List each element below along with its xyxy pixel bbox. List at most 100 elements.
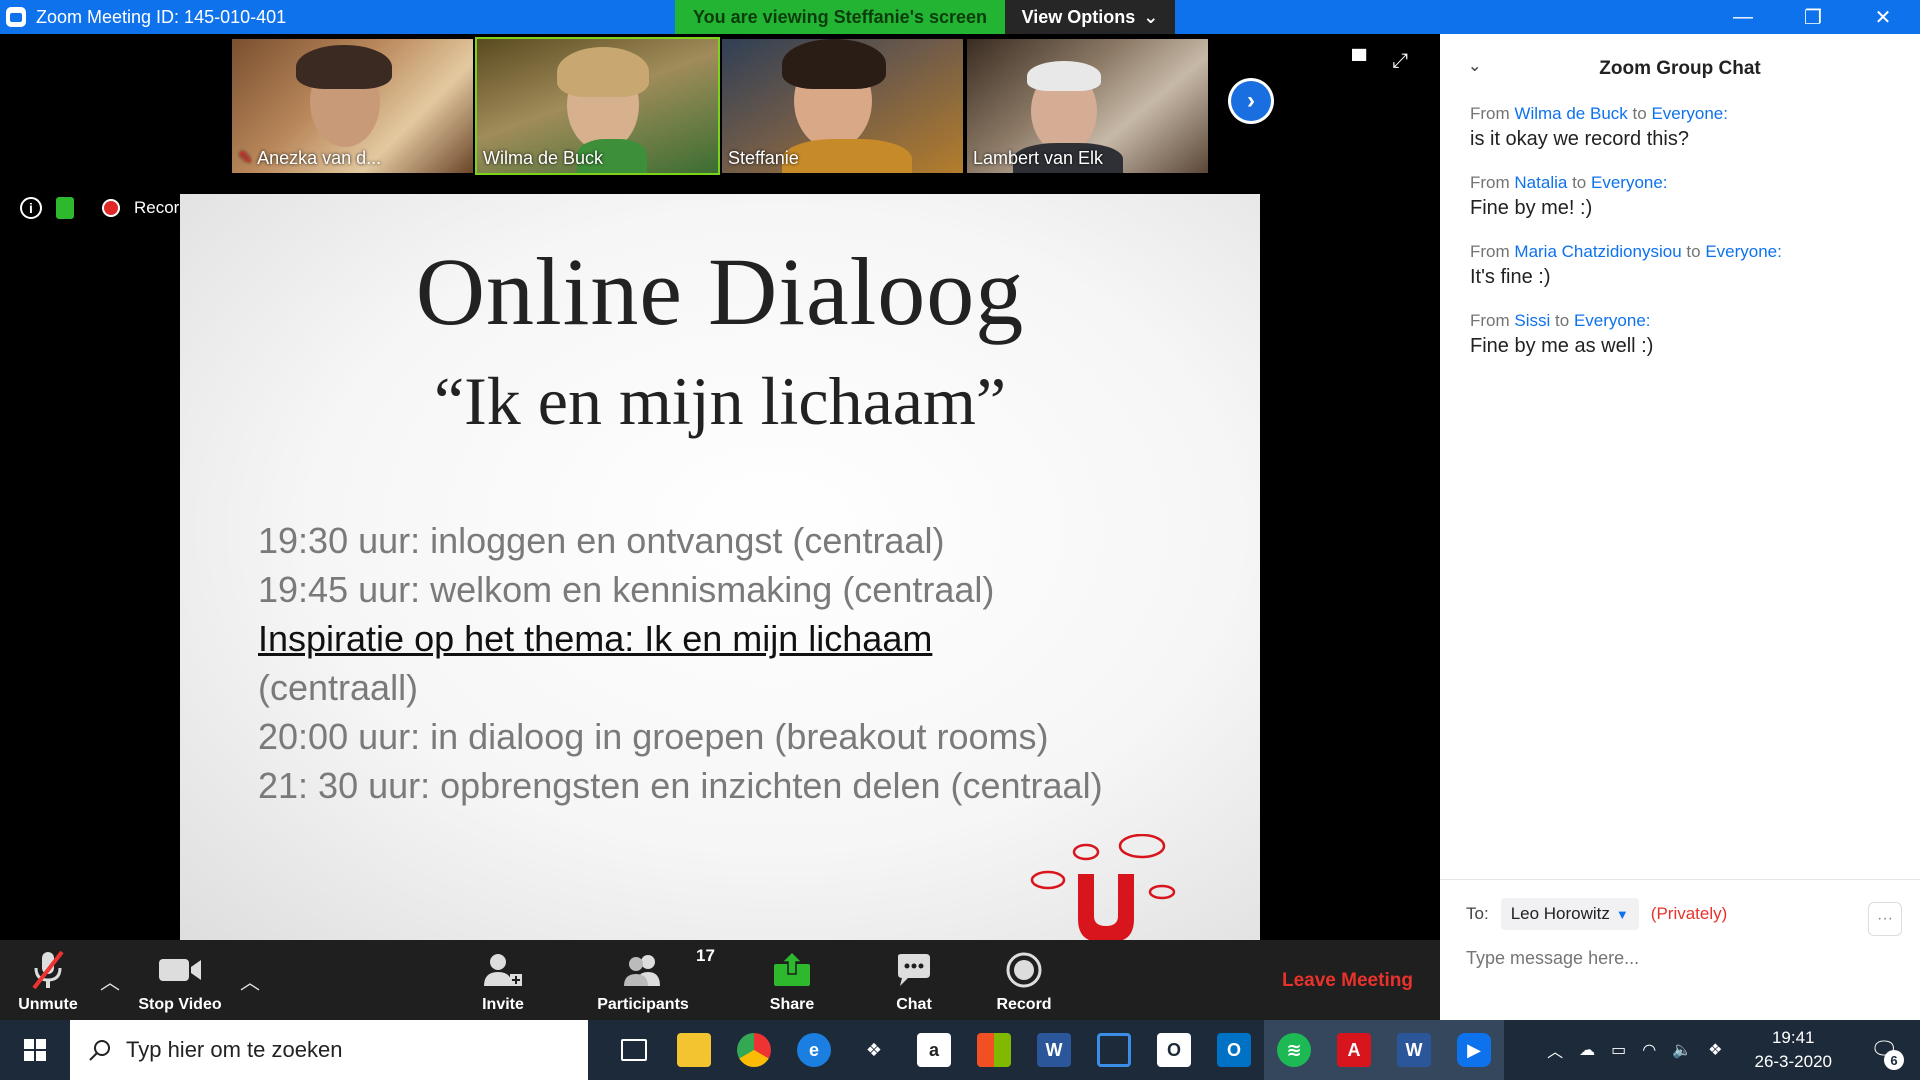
video-camera-icon — [157, 948, 203, 992]
recipient-name[interactable]: Everyone: — [1705, 242, 1782, 261]
view-options-button[interactable]: View Options ⌄ — [1005, 0, 1175, 34]
screen: Zoom Meeting ID: 145-010-401 You are vie… — [0, 0, 1920, 1080]
to-word: to — [1632, 104, 1647, 123]
window-icon[interactable] — [1084, 1020, 1144, 1080]
message-text: Fine by me as well :) — [1470, 335, 1654, 357]
search-icon — [89, 1040, 110, 1061]
from-label: From — [1470, 104, 1510, 123]
chevron-right-icon: › — [1231, 81, 1271, 121]
from-label: From — [1470, 173, 1510, 192]
info-icon[interactable]: i — [20, 197, 42, 219]
chat-label: Chat — [896, 996, 932, 1013]
sender-name[interactable]: Maria Chatzidionysiou — [1514, 242, 1681, 261]
slide-title: Online Dialoog — [415, 238, 1025, 345]
spotify-icon[interactable]: ≋ — [1264, 1020, 1324, 1080]
participant-thumbnail[interactable]: Lambert van Elk — [965, 37, 1210, 175]
windows-start-button[interactable] — [0, 1020, 70, 1080]
participant-thumbnail-active[interactable]: Wilma de Buck — [475, 37, 720, 175]
slide-agenda: 19:30 uur: inloggen en ontvangst (centra… — [258, 516, 1103, 810]
leave-meeting-button[interactable]: Leave Meeting — [1282, 970, 1413, 992]
chat-message-input[interactable] — [1466, 948, 1886, 969]
sender-name[interactable]: Sissi — [1514, 311, 1550, 330]
amazon-icon[interactable]: a — [904, 1020, 964, 1080]
recipient-row: To: Leo Horowitz ▼ (Privately) — [1466, 898, 1727, 930]
restore-icon[interactable]: ❐ — [1778, 0, 1848, 34]
to-word: to — [1572, 173, 1587, 192]
onedrive-icon[interactable]: ☁ — [1579, 1040, 1595, 1060]
battery-icon[interactable]: ▭ — [1611, 1040, 1626, 1060]
meeting-toolbar: Unmute ︿ Stop Video ︿ Invite 17 Particip… — [0, 940, 1440, 1020]
window-title: Zoom Meeting ID: 145-010-401 — [36, 6, 287, 27]
recipient-name[interactable]: Everyone: — [1651, 104, 1728, 123]
unmute-button[interactable]: Unmute — [8, 940, 88, 1020]
dropbox-tray-icon[interactable]: ❖ — [1708, 1040, 1722, 1060]
more-options-button[interactable]: ··· — [1868, 902, 1902, 936]
next-participants-button[interactable]: › — [1228, 78, 1274, 124]
to-label: To: — [1466, 904, 1489, 923]
agenda-item: 21: 30 uur: opbrengsten en inzichten del… — [258, 765, 1103, 806]
chat-compose: To: Leo Horowitz ▼ (Privately) ··· — [1440, 879, 1920, 1020]
to-word: to — [1686, 242, 1701, 261]
participants-label: Participants — [597, 996, 689, 1013]
zoom-taskbar-icon[interactable]: ▶ — [1444, 1020, 1504, 1080]
agenda-item-highlight: Inspiratie op het thema: Ik en mijn lich… — [258, 618, 933, 659]
agenda-item: 19:45 uur: welkom en kennismaking (centr… — [258, 569, 995, 610]
add-person-icon — [480, 948, 526, 992]
system-tray: ︿ ☁ ▭ ◠ 🔈 ❖ 19:41 26-3-2020 🗨 6 — [1547, 1020, 1920, 1080]
audio-options-caret[interactable]: ︿ — [100, 966, 120, 995]
tray-expand-icon[interactable]: ︿ — [1547, 1038, 1563, 1062]
chat-message: From Sissi to Everyone: Fine by me as we… — [1440, 311, 1920, 358]
to-word: to — [1555, 311, 1570, 330]
store-icon[interactable] — [964, 1020, 1024, 1080]
agenda-item: 19:30 uur: inloggen en ontvangst (centra… — [258, 520, 945, 561]
chrome-icon[interactable] — [724, 1020, 784, 1080]
agenda-item: 20:00 uur: in dialoog in groepen (breako… — [258, 716, 1049, 757]
record-button[interactable]: Record — [984, 940, 1064, 1020]
task-view-icon[interactable] — [604, 1020, 664, 1080]
slide-subtitle: “Ik en mijn lichaam” — [433, 363, 1007, 439]
recipient-select[interactable]: Leo Horowitz ▼ — [1500, 898, 1639, 930]
notification-center-icon[interactable]: 🗨 6 — [1864, 1030, 1904, 1070]
participants-button[interactable]: 17 Participants — [588, 940, 715, 1020]
word-icon[interactable]: W — [1024, 1020, 1084, 1080]
recording-icon — [102, 199, 120, 217]
sender-name[interactable]: Natalia — [1514, 173, 1567, 192]
stop-video-button[interactable]: Stop Video — [130, 940, 230, 1020]
taskbar-search[interactable]: Typ hier om te zoeken — [70, 1020, 588, 1080]
recipient-name[interactable]: Everyone: — [1574, 311, 1651, 330]
chat-title: Zoom Group Chat — [1599, 58, 1761, 79]
dropbox-icon[interactable]: ❖ — [844, 1020, 904, 1080]
chat-button[interactable]: Chat — [874, 940, 954, 1020]
fullscreen-icon[interactable]: ⤢ — [1392, 50, 1408, 73]
file-explorer-icon[interactable] — [664, 1020, 724, 1080]
taskbar-clock[interactable]: 19:41 26-3-2020 — [1754, 1026, 1832, 1074]
word-active-icon[interactable]: W — [1384, 1020, 1444, 1080]
participant-name: Wilma de Buck — [483, 148, 604, 168]
participant-name: Steffanie — [728, 148, 799, 168]
outlook-icon[interactable]: O — [1144, 1020, 1204, 1080]
gallery-layout-icon[interactable]: ▀ — [1352, 50, 1366, 73]
close-icon[interactable]: ✕ — [1848, 0, 1918, 34]
windows-taskbar: Typ hier om te zoeken e ❖ a W O O ≋ A W … — [0, 1020, 1920, 1080]
invite-button[interactable]: Invite — [463, 940, 543, 1020]
recipient-name[interactable]: Everyone: — [1591, 173, 1668, 192]
video-options-caret[interactable]: ︿ — [240, 966, 260, 995]
sender-name[interactable]: Wilma de Buck — [1514, 104, 1627, 123]
lock-icon[interactable] — [56, 197, 74, 219]
volume-icon[interactable]: 🔈 — [1672, 1040, 1692, 1060]
participant-thumbnail[interactable]: ✎ Anezka van d... — [230, 37, 475, 175]
clock-date: 26-3-2020 — [1754, 1052, 1832, 1071]
chevron-down-icon[interactable]: ⌄ — [1468, 56, 1481, 76]
clock-time: 19:41 — [1771, 1028, 1815, 1047]
wifi-icon[interactable]: ◠ — [1642, 1040, 1656, 1060]
outlook-blue-icon[interactable]: O — [1204, 1020, 1264, 1080]
acrobat-icon[interactable]: A — [1324, 1020, 1384, 1080]
record-icon — [1005, 948, 1043, 992]
participant-thumbnail[interactable]: Steffanie — [720, 37, 965, 175]
chat-bubble-icon — [894, 948, 934, 992]
share-button[interactable]: Share — [752, 940, 832, 1020]
participants-icon: 17 — [618, 946, 715, 992]
minimize-icon[interactable]: — — [1708, 0, 1778, 34]
slide-logo — [1030, 834, 1176, 940]
edge-icon[interactable]: e — [784, 1020, 844, 1080]
